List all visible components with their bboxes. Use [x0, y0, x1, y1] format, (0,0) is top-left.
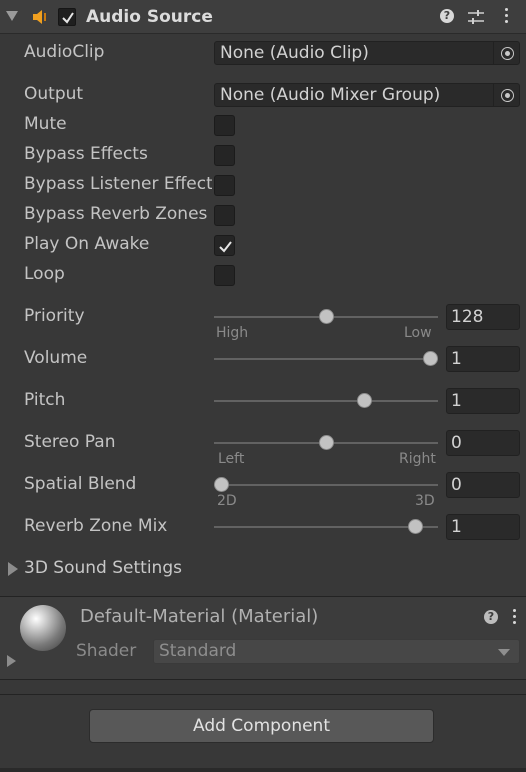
loop-label: Loop	[24, 264, 65, 284]
bypass-reverb-zones-label: Bypass Reverb Zones	[24, 204, 208, 224]
more-options-icon[interactable]	[511, 609, 517, 627]
reverb-zone-mix-slider-track[interactable]	[214, 526, 438, 528]
3d-sound-settings-foldout[interactable]: 3D Sound Settings	[0, 558, 526, 584]
help-icon[interactable]: ?	[484, 610, 498, 624]
spatial-blend-slider-thumb[interactable]	[214, 477, 229, 492]
spatial-blend-min-label: 2D	[217, 493, 237, 509]
reverb-zone-mix-slider-thumb[interactable]	[408, 519, 424, 534]
spatial-blend-label: Spatial Blend	[24, 474, 137, 494]
output-label: Output	[24, 84, 84, 104]
output-field[interactable]: None (Audio Mixer Group)	[214, 83, 520, 107]
shader-dropdown[interactable]: Standard	[153, 639, 520, 664]
add-component-area: Add Component	[0, 694, 526, 772]
priority-value-field[interactable]: 128	[446, 304, 520, 330]
volume-slider-track[interactable]	[214, 358, 438, 360]
pitch-slider-track[interactable]	[214, 400, 438, 402]
stereo-pan-min-label: Left	[218, 451, 245, 467]
loop-checkbox[interactable]	[214, 265, 235, 286]
mute-label: Mute	[24, 114, 67, 134]
output-value: None (Audio Mixer Group)	[220, 85, 441, 105]
shader-label: Shader	[76, 641, 137, 661]
bottom-edge	[0, 768, 526, 772]
spatial-blend-max-label: 3D	[415, 493, 435, 509]
material-preview-sphere	[20, 605, 66, 651]
reverb-zone-mix-label: Reverb Zone Mix	[24, 516, 168, 536]
priority-min-label: High	[216, 325, 249, 341]
checkmark-icon	[219, 241, 232, 253]
pitch-label: Pitch	[24, 390, 66, 410]
volume-label: Volume	[24, 348, 88, 368]
bypass-listener-effects-label: Bypass Listener Effects	[24, 174, 212, 194]
component-title: Audio Source	[86, 7, 213, 27]
pitch-slider-thumb[interactable]	[356, 393, 372, 408]
foldout-arrow-icon[interactable]	[7, 655, 16, 667]
priority-label: Priority	[24, 306, 85, 326]
divider	[0, 679, 526, 680]
3d-sound-settings-label: 3D Sound Settings	[24, 558, 182, 578]
priority-max-label: Low	[404, 325, 432, 341]
foldout-arrow-icon[interactable]	[6, 11, 18, 21]
more-options-icon[interactable]	[503, 8, 509, 26]
object-picker-icon[interactable]	[493, 42, 519, 64]
stereo-pan-label: Stereo Pan	[24, 432, 116, 452]
checkmark-icon	[62, 12, 74, 24]
bypass-effects-label: Bypass Effects	[24, 144, 148, 164]
volume-slider-thumb[interactable]	[423, 351, 438, 366]
material-title: Default-Material (Material)	[80, 606, 319, 627]
material-section: Default-Material (Material) Shader Stand…	[0, 597, 526, 679]
bypass-listener-effects-checkbox[interactable]	[214, 175, 235, 196]
spatial-blend-value-field[interactable]: 0	[446, 472, 520, 498]
priority-slider-thumb[interactable]	[318, 309, 334, 324]
component-enabled-checkbox[interactable]	[58, 8, 76, 26]
add-component-button[interactable]: Add Component	[89, 709, 434, 743]
help-icon[interactable]: ?	[440, 9, 454, 23]
speaker-icon	[33, 10, 46, 24]
pitch-value-field[interactable]: 1	[446, 388, 520, 414]
spatial-blend-slider-track[interactable]	[214, 484, 438, 486]
volume-value-field[interactable]: 1	[446, 346, 520, 372]
stereo-pan-max-label: Right	[399, 451, 436, 467]
play-on-awake-checkbox[interactable]	[214, 235, 235, 256]
audioclip-field[interactable]: None (Audio Clip)	[214, 41, 520, 65]
reverb-zone-mix-value-field[interactable]: 1	[446, 514, 520, 540]
mute-checkbox[interactable]	[214, 115, 235, 136]
stereo-pan-value-field[interactable]: 0	[446, 430, 520, 456]
foldout-arrow-icon[interactable]	[8, 562, 18, 576]
audioclip-label: AudioClip	[24, 42, 105, 62]
shader-value: Standard	[159, 641, 237, 661]
component-header[interactable]: Audio Source ?	[0, 0, 526, 34]
audioclip-value: None (Audio Clip)	[220, 43, 369, 63]
stereo-pan-slider-thumb[interactable]	[318, 435, 334, 450]
bypass-reverb-zones-checkbox[interactable]	[214, 205, 235, 226]
bypass-effects-checkbox[interactable]	[214, 145, 235, 166]
dropdown-arrow-icon	[498, 649, 510, 656]
presets-icon[interactable]	[467, 9, 485, 25]
play-on-awake-label: Play On Awake	[24, 234, 150, 254]
object-picker-icon[interactable]	[493, 84, 519, 106]
